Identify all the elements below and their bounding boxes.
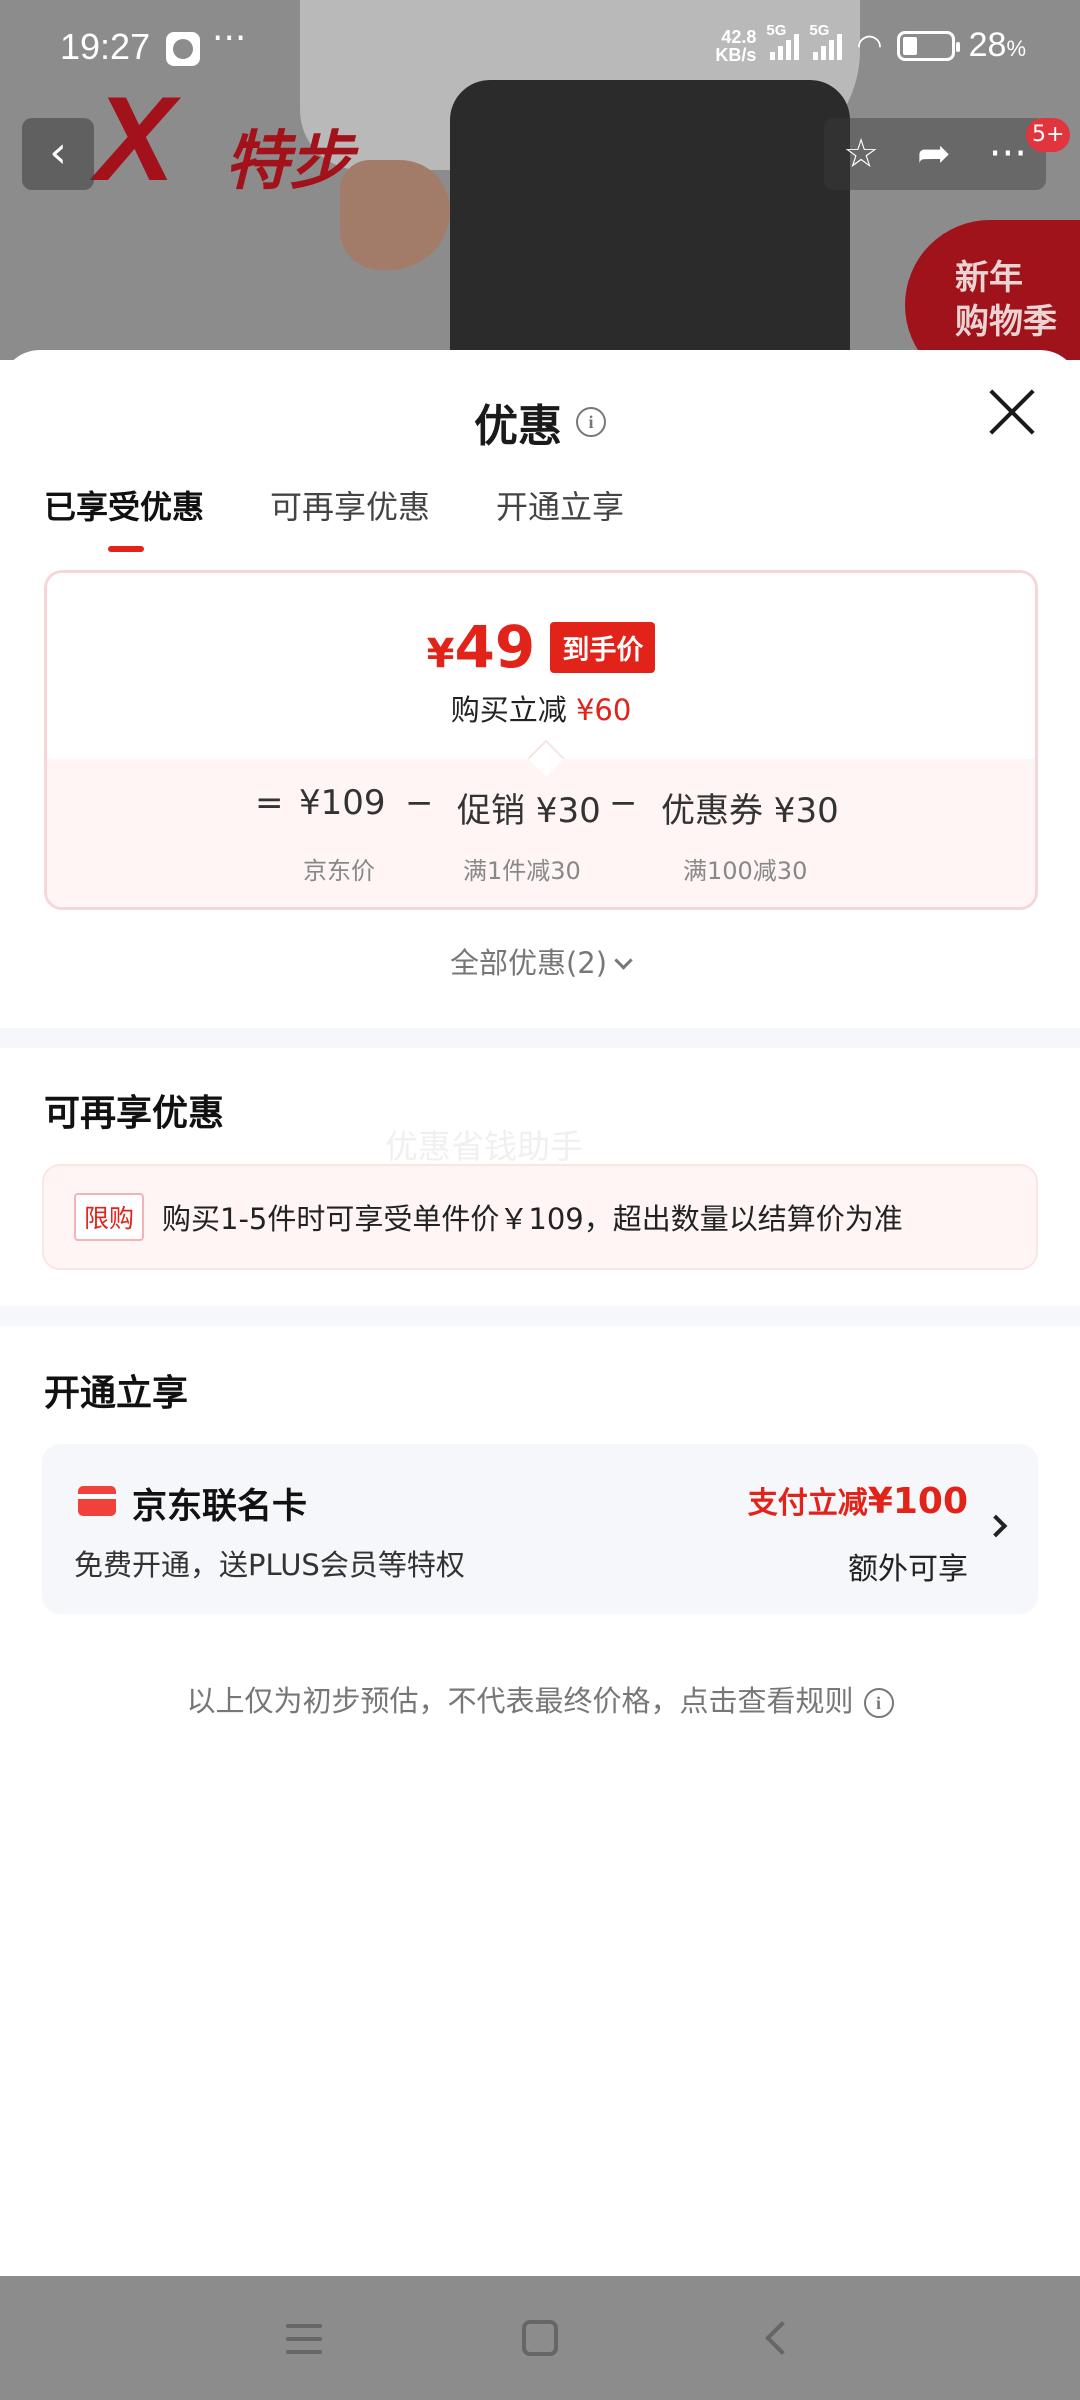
discount-sheet: 优惠 i 已享受优惠 可再享优惠 开通立享 ¥49 到手价 购买立减 ¥60 =… [0,350,1080,2276]
menu-icon[interactable] [286,2324,322,2354]
home-icon[interactable] [522,2320,558,2356]
discount-tabs: 已享受优惠 可再享优惠 开通立享 [44,482,624,552]
reduce-line: 购买立减 ¥60 [47,687,1035,729]
minus-sign-1: − [405,783,434,823]
battery-percent: 28 [968,26,1007,64]
watermark: 优惠省钱助手 [385,1127,583,1166]
promo-label: 满1件减30 [463,857,581,885]
reduce-label: 购买立减 [450,693,567,727]
product-navbar: ‹ ☆ ➦ ··· 5+ [0,118,1080,194]
sheet-title: 优惠 [474,401,562,452]
promo-badge[interactable]: 新年 购物季 [905,220,1080,360]
rules-info-icon: i [863,1688,894,1718]
more-notifications-icon: ··· [212,18,247,59]
chevron-down-icon [614,951,633,970]
section-divider [0,1028,1080,1048]
reduce-amount: ¥60 [575,693,632,727]
status-right-group: 42.8 KB/s 5G 5G ◠ 28% [715,22,1026,65]
tab-open-membership[interactable]: 开通立享 [496,482,624,552]
message-count-badge: 5+ [1026,118,1071,152]
footnote-text: 以上仅为初步预估，不代表最终价格，点击查看规则 [186,1684,854,1718]
back-icon: ‹ [49,127,67,178]
info-icon[interactable]: i [576,407,606,437]
final-price-value: 49 [454,613,536,681]
section-divider [0,1306,1080,1326]
price-breakdown-card: ¥49 到手价 购买立减 ¥60 = ¥109 − 促销 ¥30 − 优惠券 ¥… [44,570,1038,910]
all-discounts-toggle[interactable]: 全部优惠(2) [0,940,1080,982]
net-speed-value: 42.8 [721,26,757,47]
tab-more-discounts[interactable]: 可再享优惠 [270,482,430,552]
final-price-tag: 到手价 [550,621,656,673]
benefit-amount: ¥100 [867,1481,968,1522]
rules-footnote[interactable]: 以上仅为初步预估，不代表最终价格，点击查看规则 i [0,1678,1080,1720]
coupon-label: 满100减30 [683,857,808,885]
nav-actions: ☆ ➦ ··· [824,118,1046,190]
sheet-header: 优惠 i [0,390,1080,454]
status-bar: 19:27 ··· 42.8 KB/s 5G 5G ◠ 28% [0,0,1080,100]
jd-cobrand-card-offer[interactable]: 京东联名卡 免费开通，送PLUS会员等特权 支付立减¥100 额外可享 [42,1444,1038,1614]
coupon-amount: 优惠券 ¥30 [661,791,839,831]
card-name: 京东联名卡 [132,1487,308,1527]
status-time: 19:27 [60,26,151,67]
system-nav-bar [0,2276,1080,2400]
promo-line-1: 新年 [955,258,1023,298]
back-button[interactable]: ‹ [22,118,94,190]
clock-app-icon [166,32,200,66]
equals-sign: = [255,783,284,823]
limit-tag: 限购 [74,1193,145,1241]
card-extra: 额外可享 [848,1552,968,1587]
more-icon[interactable]: ··· [989,131,1027,177]
benefit-prefix: 支付立减 [747,1486,868,1521]
share-icon[interactable]: ➦ [917,131,951,177]
close-icon[interactable] [986,386,1038,438]
credit-card-icon [78,1486,116,1516]
card-benefit: 支付立减¥100 [748,1478,968,1522]
net-speed-unit: KB/s [715,44,757,65]
final-price-currency: ¥ [426,631,455,677]
signal-1-icon: 5G [766,22,800,60]
signal-2-icon: 5G [809,22,843,60]
final-price-line: ¥49 到手价 [47,613,1035,681]
battery-level: 28% [969,26,1026,65]
card-description: 免费开通，送PLUS会员等特权 [74,1548,465,1582]
limit-text: 购买1-5件时可享受单件价￥109，超出数量以结算价为准 [162,1202,903,1236]
price-formula-area [47,759,1035,907]
jd-price-label: 京东价 [303,857,375,885]
system-back-icon[interactable] [765,2321,799,2355]
jd-price: ¥109 [299,783,386,823]
promo-line-2: 购物季 [955,302,1057,342]
more-discounts-title: 可再享优惠 [44,1093,225,1134]
open-section-title: 开通立享 [44,1373,189,1414]
star-icon[interactable]: ☆ [843,131,879,177]
all-discounts-label: 全部优惠(2) [449,946,608,980]
battery-icon [896,30,960,61]
net-speed: 42.8 KB/s [715,28,756,64]
wifi-icon: ◠ [856,29,883,62]
chevron-right-icon [984,1514,1008,1538]
sim2-label: 5G [809,21,830,39]
purchase-limit-notice: 限购 购买1-5件时可享受单件价￥109，超出数量以结算价为准 [42,1164,1038,1270]
minus-sign-2: − [609,783,638,823]
promo-amount: 促销 ¥30 [457,791,601,831]
sim1-label: 5G [766,21,787,39]
tab-enjoyed[interactable]: 已享受优惠 [44,482,204,552]
final-price: ¥49 [427,613,536,681]
battery-unit: % [1006,36,1026,61]
